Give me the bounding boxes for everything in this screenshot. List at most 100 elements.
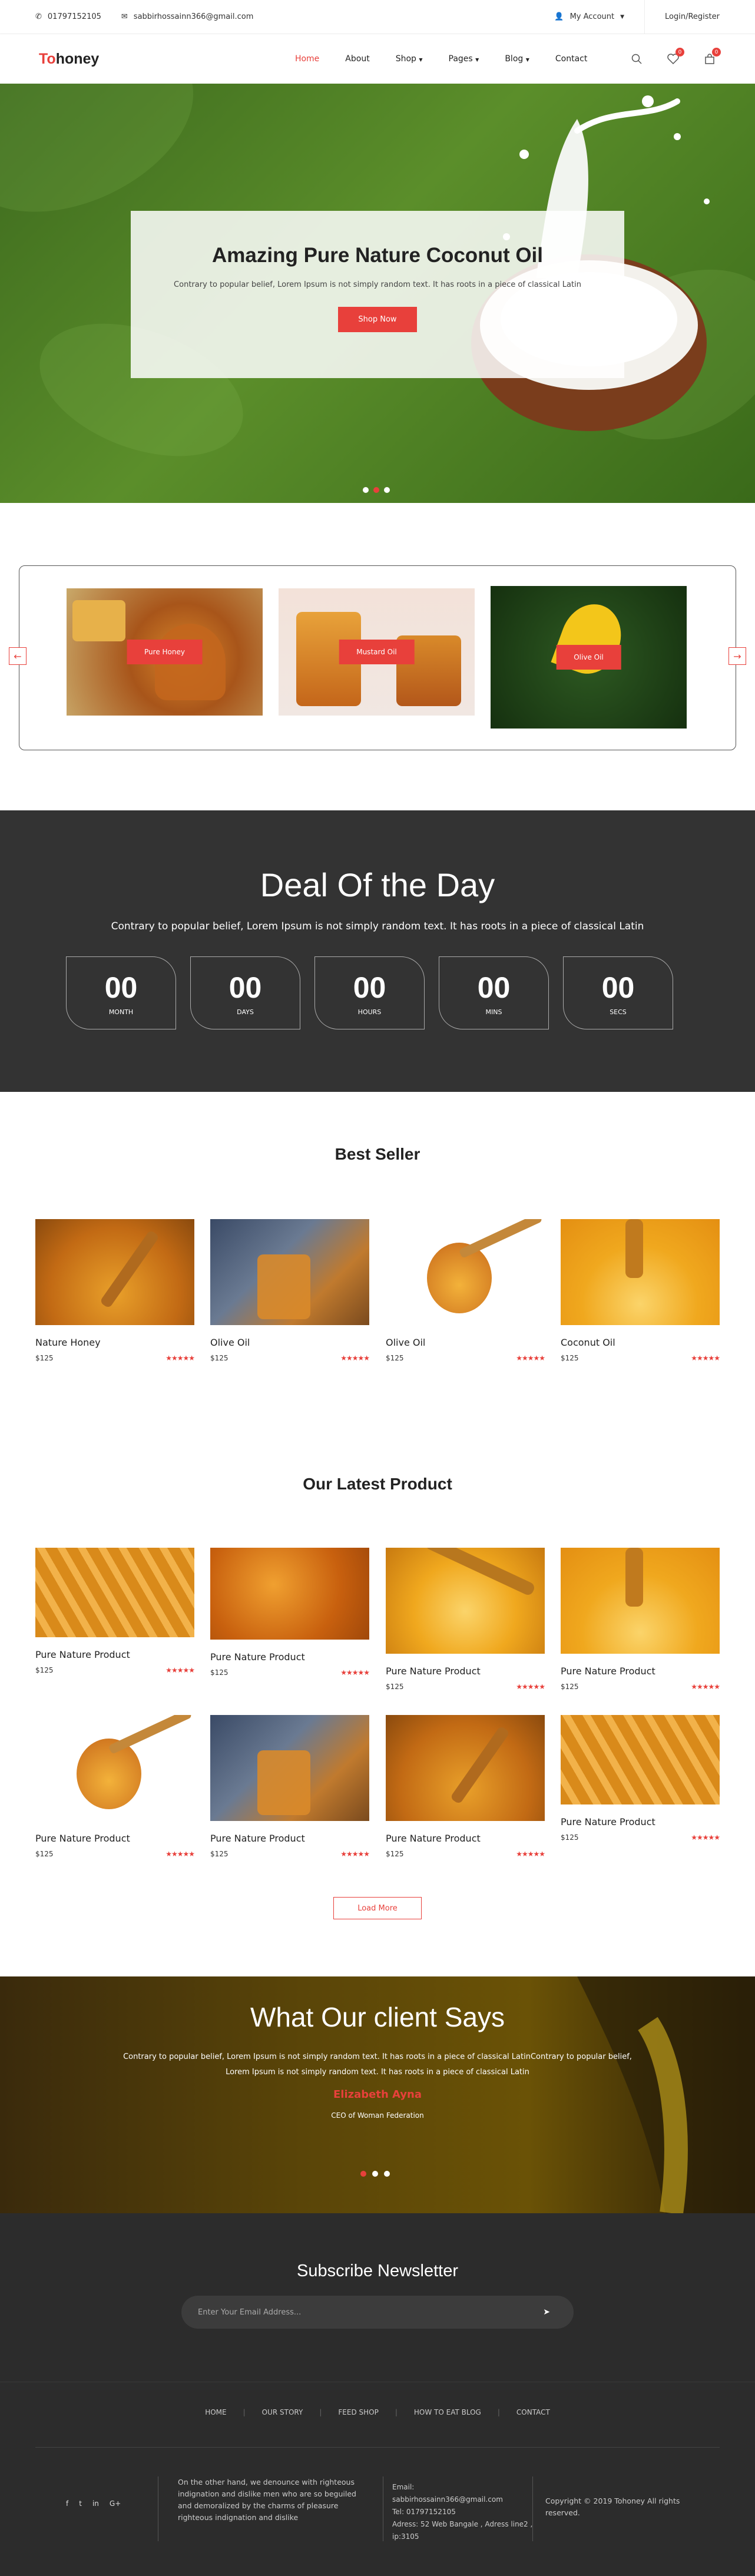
wishlist-count-badge: 0 [675,48,684,57]
product-name: Olive Oil [386,1337,426,1348]
star-rating-icon: ★★★★★ [340,1354,370,1362]
hero-title: Amazing Pure Nature Coconut Oil [212,244,543,267]
divider: | [319,2408,322,2416]
footer-link-feed-shop[interactable]: FEED SHOP [338,2408,378,2416]
logo-text: honey [55,50,100,67]
star-rating-icon: ★★★★★ [165,1354,195,1362]
nav-shop[interactable]: Shop ▼ [396,54,423,64]
product-image [561,1219,720,1325]
nav-pages[interactable]: Pages ▼ [449,54,479,64]
footer: HOME | OUR STORY | FEED SHOP | HOW TO EA… [0,2382,755,2576]
product-card[interactable]: Pure Nature Product $125 ★★★★★ [35,1548,195,1674]
product-card[interactable]: Pure Nature Product $125 ★★★★★ [561,1548,720,1691]
cart-button[interactable]: 0 [703,48,721,65]
product-card[interactable]: Pure Nature Product $125 ★★★★★ [210,1548,370,1677]
shop-now-button[interactable]: Shop Now [338,307,417,332]
slider-dot[interactable] [372,2171,378,2177]
nav-contact[interactable]: Contact [555,54,587,64]
countdown-value: 00 [104,971,138,1004]
product-card[interactable]: Nature Honey $125 ★★★★★ [35,1219,195,1362]
carousel-next-button[interactable]: → [728,647,746,665]
my-account-dropdown[interactable]: 👤 My Account ▼ [554,12,624,21]
product-price: $125 [386,1354,404,1362]
my-account-label: My Account [569,12,615,21]
carousel-prev-button[interactable]: ← [9,647,27,665]
footer-link-our-story[interactable]: OUR STORY [262,2408,303,2416]
nav-shop-label: Shop [395,54,416,64]
wishlist-button[interactable]: 0 [667,48,684,65]
newsletter-title: Subscribe Newsletter [297,2262,458,2280]
product-card[interactable]: Pure Nature Product $125 ★★★★★ [35,1715,195,1858]
nav-blog[interactable]: Blog ▼ [505,54,529,64]
login-register-link[interactable]: Login/Register [665,12,720,21]
slider-dot-active[interactable] [373,487,379,493]
product-card[interactable]: Pure Nature Product $125 ★★★★★ [210,1715,370,1858]
chevron-down-icon: ▼ [475,57,479,62]
product-image [210,1219,369,1325]
nav-about[interactable]: About [345,54,369,64]
divider: | [497,2408,500,2416]
footer-copyright: Copyright © 2019 Tohoney All rights rese… [545,2496,680,2517]
product-card[interactable]: Pure Nature Product $125 ★★★★★ [561,1715,720,1842]
product-image [386,1548,545,1654]
product-name: Nature Honey [35,1337,101,1348]
category-label: Pure Honey [127,640,203,664]
chevron-down-icon: ▼ [525,57,529,62]
top-bar: ✆ 01797152105 ✉ sabbirhossainn366@gmail.… [0,0,755,34]
footer-link-home[interactable]: HOME [205,2408,226,2416]
twitter-icon[interactable]: t [79,2498,82,2509]
product-price: $125 [35,1666,54,1674]
product-name: Pure Nature Product [561,1816,655,1827]
send-icon[interactable]: ➤ [543,2307,550,2317]
product-price: $125 [210,1354,229,1362]
product-name: Pure Nature Product [561,1666,655,1677]
category-card[interactable]: Mustard Oil [279,588,475,716]
category-card[interactable]: Olive Oil [491,586,687,729]
product-card[interactable]: Olive Oil $125 ★★★★★ [386,1219,545,1362]
countdown-unit: DAYS [237,1008,254,1016]
google-plus-icon[interactable]: G+ [110,2498,121,2509]
facebook-icon[interactable]: f [66,2498,68,2509]
slider-dots [363,487,390,493]
footer-link-contact[interactable]: CONTACT [516,2408,550,2416]
newsletter-section: Subscribe Newsletter Enter Your Email Ad… [0,2213,755,2382]
divider: | [243,2408,246,2416]
product-image [35,1219,194,1325]
slider-dot[interactable] [384,2171,390,2177]
category-card[interactable]: Pure Honey [67,588,263,716]
countdown-timer: 00 MONTH 00 DAYS 00 HOURS 00 MINS 00 SECS [66,956,673,1029]
site-logo[interactable]: Tohoney [39,51,99,68]
star-rating-icon: ★★★★★ [516,1850,545,1858]
arrow-right-icon: → [733,650,741,662]
linkedin-icon[interactable]: in [92,2498,99,2509]
main-navigation: Tohoney Home About Shop ▼ Pages ▼ Blog ▼… [0,34,755,84]
search-button[interactable] [630,52,643,65]
nav-home[interactable]: Home [295,54,319,64]
mail-icon: ✉ [121,12,128,21]
product-card[interactable]: Pure Nature Product $125 ★★★★★ [386,1548,545,1691]
product-price: $125 [561,1354,579,1362]
footer-link-blog[interactable]: HOW TO EAT BLOG [414,2408,481,2416]
slider-dot[interactable] [363,487,369,493]
star-rating-icon: ★★★★★ [516,1683,545,1691]
newsletter-email-input[interactable]: Enter Your Email Address... ➤ [181,2296,574,2329]
footer-address: Adress: 52 Web Bangale , Adress line2 , … [392,2520,533,2541]
product-name: Olive Oil [210,1337,250,1348]
countdown-days: 00 DAYS [190,956,300,1029]
chevron-down-icon: ▼ [620,14,625,20]
footer-email[interactable]: sabbirhossainn366@gmail.com [392,2494,534,2506]
product-card[interactable]: Coconut Oil $125 ★★★★★ [561,1219,720,1362]
countdown-unit: SECS [610,1008,627,1016]
logo-accent: To [39,50,56,67]
product-name: Pure Nature Product [210,1651,305,1663]
slider-dot-active[interactable] [360,2171,366,2177]
honeycomb-image [72,600,125,641]
load-more-button[interactable]: Load More [333,1897,422,1919]
product-card[interactable]: Olive Oil $125 ★★★★★ [210,1219,370,1362]
divider [644,0,645,34]
arrow-left-icon: ← [14,650,22,662]
footer-divider [35,2447,720,2448]
product-card[interactable]: Pure Nature Product $125 ★★★★★ [386,1715,545,1858]
product-name: Pure Nature Product [386,1666,481,1677]
slider-dot[interactable] [384,487,390,493]
